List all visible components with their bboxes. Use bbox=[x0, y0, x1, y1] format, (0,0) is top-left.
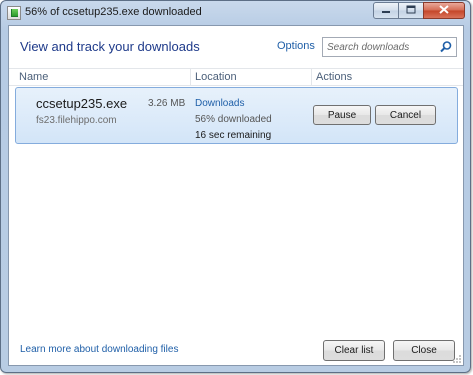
column-header-location[interactable]: Location bbox=[195, 71, 237, 83]
search-input[interactable] bbox=[323, 38, 435, 56]
column-headers: Name Location Actions bbox=[9, 68, 463, 86]
search-icon[interactable] bbox=[439, 40, 453, 54]
close-window-button[interactable] bbox=[423, 2, 465, 19]
minimize-icon bbox=[381, 6, 391, 16]
close-icon bbox=[439, 4, 449, 17]
search-box[interactable] bbox=[322, 37, 457, 57]
downloads-panel: View and track your downloads Options Na… bbox=[8, 25, 464, 366]
column-divider[interactable] bbox=[190, 69, 191, 86]
learn-more-link[interactable]: Learn more about downloading files bbox=[20, 344, 178, 355]
file-source: fs23.filehippo.com bbox=[36, 115, 117, 126]
maximize-button[interactable] bbox=[398, 2, 424, 19]
download-manager-window: 56% of ccsetup235.exe downloaded View an… bbox=[0, 0, 471, 373]
column-header-name[interactable]: Name bbox=[19, 71, 48, 83]
progress-text: 56% downloaded bbox=[195, 114, 272, 125]
options-link[interactable]: Options bbox=[277, 40, 315, 52]
maximize-icon bbox=[406, 5, 416, 16]
resize-grip-icon[interactable] bbox=[452, 354, 462, 364]
column-header-actions[interactable]: Actions bbox=[316, 71, 352, 83]
file-name: ccsetup235.exe bbox=[36, 96, 128, 111]
download-row[interactable]: ccsetup235.exe 3.26 MB fs23.filehippo.co… bbox=[15, 87, 458, 144]
window-controls bbox=[373, 2, 465, 20]
header: View and track your downloads Options bbox=[9, 26, 463, 66]
minimize-button[interactable] bbox=[373, 2, 399, 19]
close-button[interactable]: Close bbox=[393, 340, 455, 361]
column-divider[interactable] bbox=[311, 69, 312, 86]
clear-list-button[interactable]: Clear list bbox=[323, 340, 385, 361]
location-link[interactable]: Downloads bbox=[195, 98, 244, 109]
page-title: View and track your downloads bbox=[20, 39, 200, 54]
download-manager-icon bbox=[7, 6, 21, 20]
title-bar[interactable]: 56% of ccsetup235.exe downloaded bbox=[1, 1, 470, 25]
cancel-button[interactable]: Cancel bbox=[375, 105, 436, 125]
pause-button[interactable]: Pause bbox=[313, 105, 371, 125]
window-title: 56% of ccsetup235.exe downloaded bbox=[25, 6, 202, 18]
time-remaining: 16 sec remaining bbox=[195, 130, 272, 141]
file-size: 3.26 MB bbox=[148, 98, 186, 109]
